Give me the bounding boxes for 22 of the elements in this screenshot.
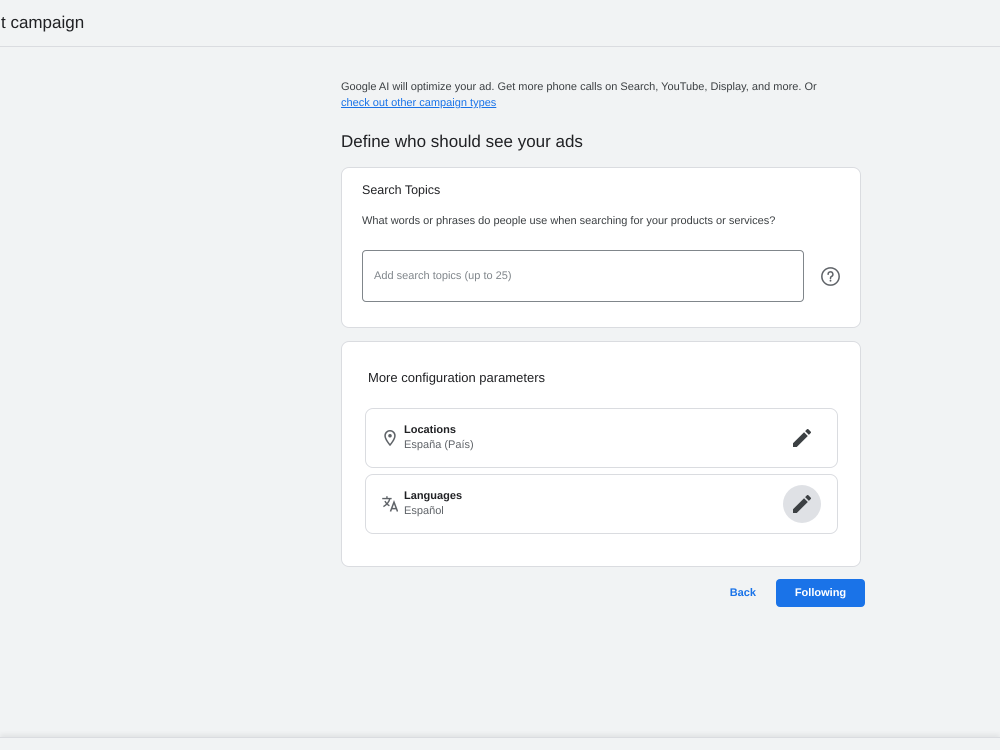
config-item[interactable]: Languages Español xyxy=(365,474,838,534)
item-value: España (País) xyxy=(404,438,474,453)
pencil-icon xyxy=(793,429,811,447)
pencil-icon xyxy=(793,495,811,513)
item-label: Languages xyxy=(404,489,462,504)
section-heading: Define who should see your ads xyxy=(341,131,584,153)
card-title: More configuration parameters xyxy=(367,369,546,387)
location-pin-icon xyxy=(382,430,398,446)
translate-icon xyxy=(382,496,398,512)
back-button[interactable]: Back xyxy=(718,579,768,607)
card-title: Search Topics xyxy=(362,182,442,199)
page-title: t campaign xyxy=(1,12,84,34)
help-icon[interactable] xyxy=(821,266,840,286)
next-button[interactable]: Following xyxy=(776,579,865,607)
edit-button[interactable] xyxy=(783,485,821,523)
item-value: Español xyxy=(404,504,445,519)
search-topics-field[interactable]: Add search topics (up to 25) xyxy=(362,250,804,302)
config-item[interactable]: Locations España (País) xyxy=(365,408,838,468)
card-description: What words or phrases do people use when searching for your products or services? xyxy=(362,214,776,229)
campaign-types-link[interactable]: check out other campaign types xyxy=(341,97,496,109)
intro-text: Google AI will optimize your ad. Get more phone calls on Search, YouTube, Display, and more. Or check out other campaign types xyxy=(341,80,818,111)
item-label: Locations xyxy=(404,423,457,438)
